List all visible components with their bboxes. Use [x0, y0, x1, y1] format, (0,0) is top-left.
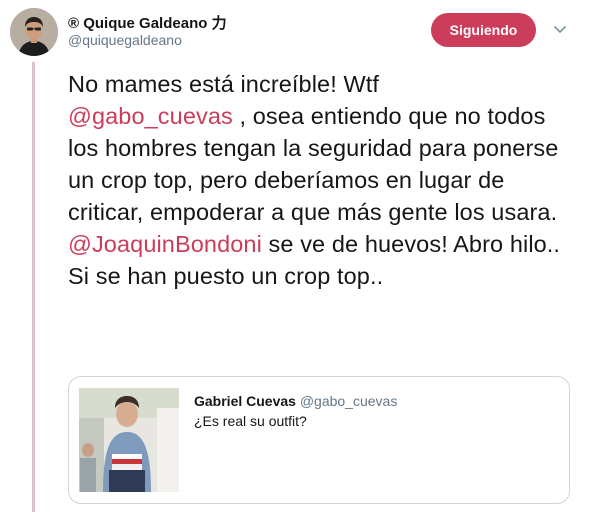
- quoted-tweet[interactable]: Gabriel Cuevas @gabo_cuevas ¿Es real su …: [68, 376, 570, 504]
- chevron-down-icon[interactable]: [552, 23, 568, 37]
- tweet-text: No mames está increíble! Wtf @gabo_cuevas…: [68, 68, 578, 292]
- quoted-tweet-image[interactable]: [79, 388, 179, 492]
- mention-link[interactable]: @gabo_cuevas: [68, 103, 233, 129]
- quoted-author-name: Gabriel Cuevas: [194, 393, 296, 409]
- author-handle[interactable]: @quiquegaldeano: [68, 32, 182, 48]
- quoted-tweet-text: ¿Es real su outfit?: [194, 413, 307, 429]
- quoted-author-handle: @gabo_cuevas: [299, 393, 398, 409]
- author-avatar[interactable]: [10, 8, 58, 56]
- mention-link[interactable]: @JoaquinBondoni: [68, 231, 262, 257]
- avatar-photo: [10, 8, 58, 56]
- tweet-text-segment: No mames está increíble! Wtf: [68, 71, 380, 97]
- following-button[interactable]: Siguiendo: [431, 13, 536, 47]
- author-display-name[interactable]: ® Quique Galdeano 力: [68, 12, 227, 33]
- thread-line: [32, 62, 35, 512]
- quoted-tweet-author: Gabriel Cuevas @gabo_cuevas: [194, 393, 397, 409]
